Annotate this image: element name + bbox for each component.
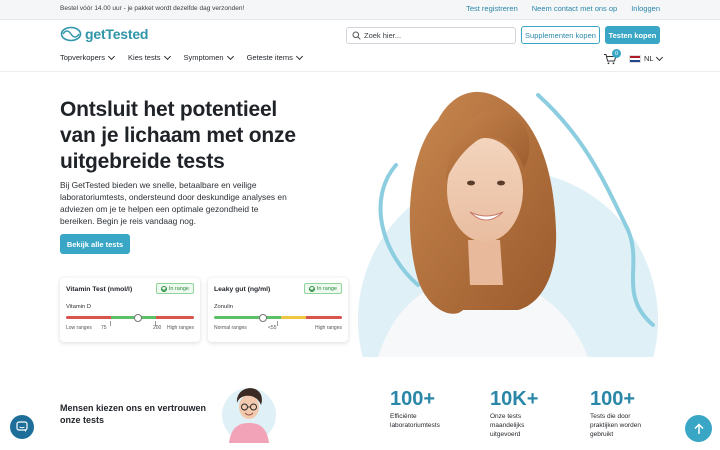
card-title: Vitamin Test (nmol/l)	[66, 286, 133, 293]
search-icon	[352, 31, 361, 40]
stat-number: 100+	[390, 388, 436, 410]
flag-nl-icon	[629, 54, 641, 63]
chat-icon	[16, 421, 28, 432]
high-range-label: High ranges	[315, 325, 342, 331]
top-announcement-bar: Bestel vóór 14.00 uur - je pakket wordt …	[0, 0, 720, 20]
avatar	[222, 388, 276, 443]
logo[interactable]: getTested	[60, 26, 148, 42]
trust-heading: Mensen kiezen ons en vertrouwen onze tes…	[60, 403, 207, 425]
check-circle-icon	[308, 285, 315, 292]
chevron-down-icon	[163, 52, 171, 60]
chevron-down-icon	[226, 52, 234, 60]
tick-high-value: <55	[268, 325, 277, 331]
contact-link[interactable]: Neem contact met ons op	[532, 4, 617, 13]
nav-item-bestsellers[interactable]: Topverkopers	[60, 52, 116, 62]
tick-high-value: 200	[153, 325, 162, 331]
arrow-up-icon	[693, 422, 704, 434]
marker-label: Zonulin	[214, 304, 234, 310]
stat-practices: 100+ Tests die door praktijken worden ge…	[590, 388, 650, 439]
low-range-label: Low ranges	[66, 325, 92, 331]
in-range-badge-label: In range	[316, 285, 337, 292]
chevron-down-icon	[295, 52, 303, 60]
stat-label: Onze tests maandelijks uitgevoerd	[490, 413, 525, 438]
main-nav: Topverkopers Kies tests Symptomen Getest…	[60, 52, 303, 62]
nav-item-label: Topverkopers	[60, 53, 106, 62]
logo-text: getTested	[85, 26, 149, 42]
view-all-tests-button[interactable]: Bekijk alle tests	[60, 234, 130, 254]
leaky-gut-card[interactable]: Leaky gut (ng/ml) In range Zonulin Norma…	[208, 278, 348, 342]
marker-label: Vitamin D	[66, 304, 92, 310]
search-box[interactable]	[346, 27, 516, 44]
normal-range-label: Normal ranges	[214, 325, 247, 331]
stat-number: 100+	[590, 388, 636, 410]
range-tick-low	[110, 321, 111, 326]
shipping-note: Bestel vóór 14.00 uur - je pakket wordt …	[60, 5, 245, 12]
chevron-down-icon	[655, 53, 663, 61]
in-range-badge: In range	[155, 283, 194, 294]
hero-description: Bij GetTested bieden we snelle, betaalba…	[60, 180, 287, 226]
range-slider-knob	[134, 313, 142, 322]
site-header: getTested Supplementen kopen Testen kope…	[0, 20, 720, 72]
top-links: Test registreren Neem contact met ons op…	[466, 4, 660, 13]
nav-item-label: Kies tests	[128, 53, 161, 62]
scroll-to-top-button[interactable]	[685, 415, 712, 442]
nav-item-label: Symptomen	[183, 53, 224, 62]
in-range-badge: In range	[303, 283, 342, 294]
register-test-link[interactable]: Test registreren	[466, 4, 518, 13]
nav-item-tested-items[interactable]: Geteste items	[246, 52, 303, 62]
hero-title: Ontsluit het potentieel van je lichaam m…	[60, 98, 296, 173]
nav-item-choose-tests[interactable]: Kies tests	[128, 52, 171, 62]
range-tick-high	[277, 321, 278, 326]
buy-supplements-button[interactable]: Supplementen kopen	[521, 26, 600, 44]
nav-item-symptoms[interactable]: Symptomen	[183, 52, 234, 62]
language-label: NL	[644, 54, 654, 63]
search-input[interactable]	[364, 29, 512, 42]
chat-button[interactable]	[10, 415, 34, 439]
vitamin-test-card[interactable]: Vitamin Test (nmol/l) In range Vitamin D…	[60, 278, 200, 342]
language-selector[interactable]: NL	[629, 53, 663, 63]
range-slider-knob	[259, 313, 267, 322]
check-circle-icon	[160, 285, 167, 292]
stat-efficient-tests: 100+ Efficiënte laboratoriumtests	[390, 388, 452, 430]
stat-label: Efficiënte laboratoriumtests	[390, 413, 440, 429]
card-title: Leaky gut (ng/ml)	[214, 286, 271, 293]
high-range-label: High ranges	[167, 325, 194, 331]
logo-icon	[60, 26, 82, 42]
tick-low-value: 75	[101, 325, 107, 331]
stat-monthly-tests: 10K+ Onze tests maandelijks uitgevoerd	[490, 388, 540, 439]
in-range-badge-label: In range	[168, 285, 189, 292]
nav-item-label: Geteste items	[246, 53, 293, 62]
range-bar	[66, 316, 194, 319]
cart-count-badge: 0	[612, 49, 621, 58]
login-link[interactable]: Inloggen	[631, 4, 660, 13]
chevron-down-icon	[107, 52, 116, 60]
buy-tests-button[interactable]: Testen kopen	[605, 26, 660, 44]
stat-label: Tests die door praktijken worden gebruik…	[590, 413, 641, 438]
stat-number: 10K+	[490, 388, 539, 410]
range-bar	[214, 316, 342, 319]
